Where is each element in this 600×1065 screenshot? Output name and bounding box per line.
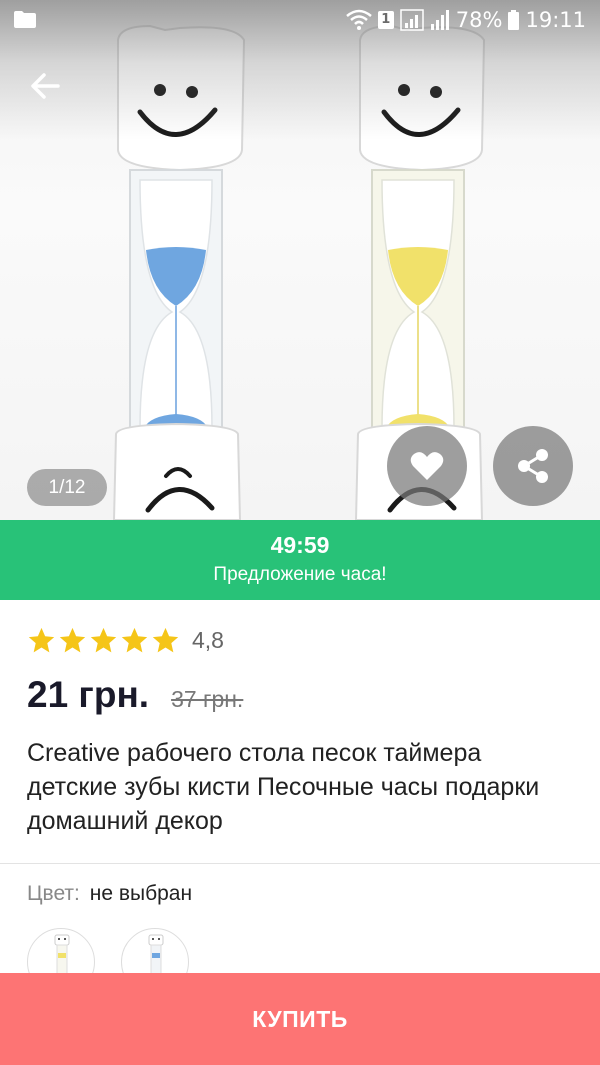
color-value: не выбран: [89, 882, 193, 905]
battery-icon: [508, 10, 520, 30]
share-button[interactable]: [493, 426, 573, 506]
offer-countdown: 49:59: [270, 532, 330, 558]
back-arrow-icon: [31, 73, 60, 99]
heart-icon: [410, 452, 444, 480]
rating-stars: [27, 626, 180, 655]
buy-button[interactable]: КУПИТЬ: [0, 973, 600, 1065]
offer-label: Предложение часа!: [213, 564, 387, 585]
wifi-icon: [345, 9, 372, 30]
signal-icon-2: [430, 10, 449, 30]
share-icon: [518, 449, 548, 483]
current-price: 21 грн.: [27, 674, 150, 715]
product-rating[interactable]: 4,8: [27, 626, 224, 655]
rating-value: 4,8: [192, 627, 224, 653]
color-label: Цвет:: [27, 882, 80, 905]
back-button[interactable]: [26, 66, 66, 106]
star-icon: [121, 627, 148, 653]
product-image-gallery[interactable]: 1 78% 19:11 1/12: [0, 0, 600, 520]
hourly-offer-banner: 49:59 Предложение часа!: [0, 520, 600, 600]
signal-icon: [400, 9, 424, 31]
battery-percent: 78%: [455, 8, 503, 32]
divider: [0, 863, 600, 864]
star-icon: [152, 627, 179, 653]
old-price: 37 грн.: [171, 686, 244, 712]
image-page-counter: 1/12: [27, 469, 107, 506]
clock: 19:11: [525, 8, 586, 32]
star-icon: [28, 627, 55, 653]
folder-icon: [14, 11, 36, 28]
star-icon: [90, 627, 117, 653]
status-bar: 1 78% 19:11: [0, 0, 600, 40]
price-row: 21 грн. 37 грн.: [27, 674, 243, 716]
sim-slot-badge: 1: [377, 11, 394, 29]
favorite-button[interactable]: [387, 426, 467, 506]
product-title: Creative рабочего стола песок таймера де…: [27, 739, 540, 835]
star-icon: [59, 627, 86, 653]
color-selection-label: Цвет: не выбран: [27, 882, 192, 906]
